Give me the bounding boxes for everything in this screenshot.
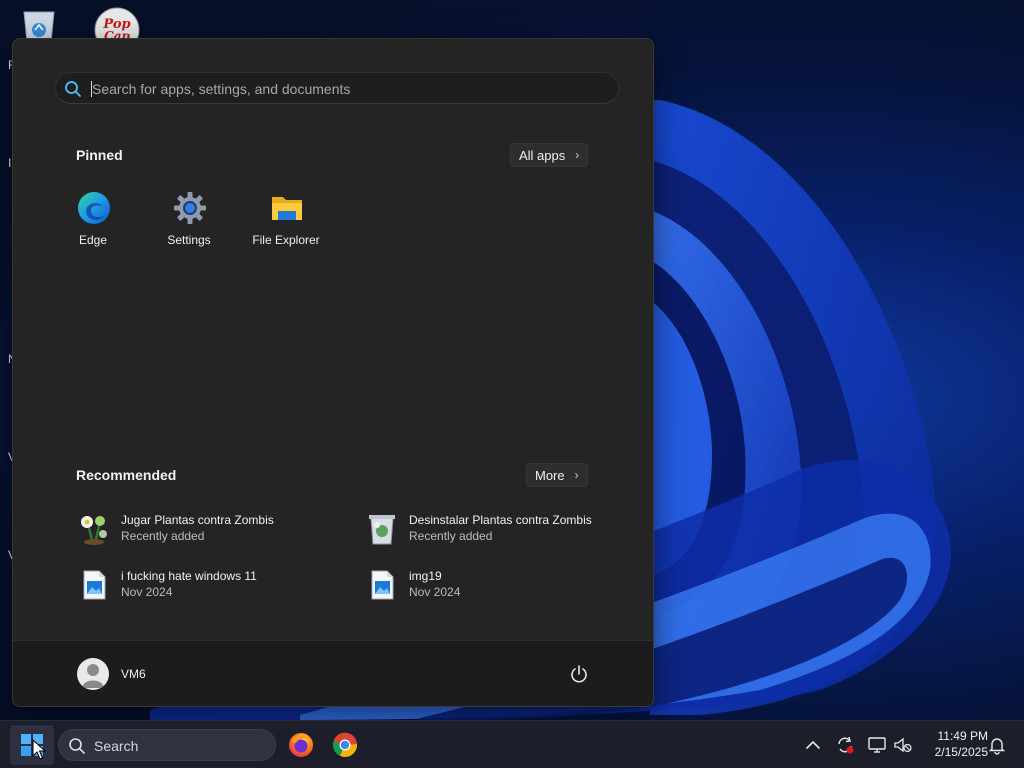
recommended-item-name: Jugar Plantas contra Zombis [121, 513, 274, 527]
recommended-item-subtitle: Recently added [121, 529, 205, 543]
recommended-item[interactable]: i fucking hate windows 11 Nov 2024 [77, 566, 327, 606]
popcap-game-icon[interactable]: Pop Cap [93, 6, 141, 40]
more-button[interactable]: More › [526, 463, 588, 487]
chevron-up-icon[interactable] [803, 735, 823, 755]
recommended-item-name: i fucking hate windows 11 [121, 569, 257, 583]
pinned-app-settings[interactable]: Settings [144, 191, 234, 261]
recommended-item-name: Desinstalar Plantas contra Zombis [409, 513, 592, 527]
recommended-item[interactable]: Desinstalar Plantas contra Zombis Recent… [365, 510, 615, 550]
sync-alert-icon[interactable] [835, 735, 855, 755]
recommended-item[interactable]: img19 Nov 2024 [365, 566, 615, 606]
recommended-title: Recommended [76, 467, 177, 483]
all-apps-label: All apps [519, 147, 566, 163]
firefox-icon[interactable] [287, 731, 315, 759]
image-file-icon [371, 570, 394, 600]
chevron-right-icon: › [574, 468, 579, 482]
desktop-icon-label-partial: I [8, 156, 12, 170]
recommended-item-subtitle: Nov 2024 [121, 585, 173, 599]
search-icon [65, 81, 81, 97]
taskbar-search-label: Search [94, 738, 139, 754]
settings-gear-icon [174, 192, 206, 224]
pinned-app-file-explorer[interactable]: File Explorer [241, 191, 331, 261]
recommended-item[interactable]: Jugar Plantas contra Zombis Recently add… [77, 510, 327, 550]
system-clock[interactable]: 11:49 PM 2/15/2025 [918, 728, 988, 760]
clock-date: 2/15/2025 [934, 745, 988, 759]
mouse-cursor-icon [32, 739, 46, 760]
search-icon [69, 738, 85, 754]
volume-muted-icon[interactable] [893, 735, 913, 755]
all-apps-button[interactable]: All apps › [510, 143, 589, 167]
taskbar: Search 11:49 PM 2/15/2025 [0, 720, 1024, 768]
pinned-app-edge[interactable]: Edge [48, 191, 138, 261]
edge-icon [78, 192, 110, 224]
image-file-icon [83, 570, 106, 600]
display-icon[interactable] [867, 735, 887, 755]
recommended-item-subtitle: Nov 2024 [409, 585, 461, 599]
uninstall-icon [369, 515, 395, 545]
taskbar-search[interactable]: Search [58, 729, 276, 761]
more-label: More [535, 467, 565, 483]
user-name[interactable]: VM6 [121, 667, 146, 681]
app-label: Settings [167, 233, 211, 247]
chevron-right-icon: › [575, 148, 580, 162]
plants-vs-zombies-icon [81, 516, 107, 545]
power-icon[interactable] [569, 664, 589, 684]
app-label: File Explorer [252, 233, 320, 247]
user-silhouette-icon [82, 664, 104, 688]
clock-time: 11:49 PM [937, 729, 988, 743]
chrome-icon[interactable] [331, 731, 359, 759]
start-menu-footer: VM6 [13, 640, 653, 706]
pinned-title: Pinned [76, 147, 123, 163]
notification-bell-icon[interactable] [987, 735, 1007, 755]
recommended-item-name: img19 [409, 569, 442, 583]
app-label: Edge [78, 233, 108, 247]
start-search-box[interactable] [55, 72, 619, 104]
search-input[interactable] [92, 77, 612, 101]
user-avatar[interactable] [77, 658, 109, 690]
recycle-bin-icon[interactable] [20, 8, 58, 42]
folder-icon [272, 197, 302, 220]
start-menu: Pinned All apps › Edge [12, 38, 654, 707]
recommended-item-subtitle: Recently added [409, 529, 493, 543]
